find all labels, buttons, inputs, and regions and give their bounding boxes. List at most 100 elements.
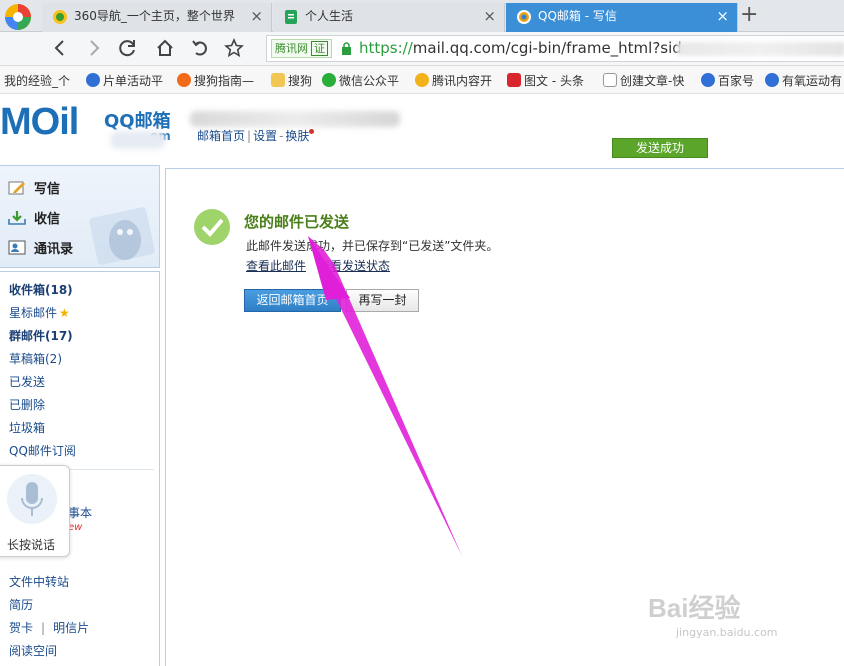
bookmark-label: 片单活动平: [103, 74, 164, 88]
bookmark-label: 创建文章-快: [620, 74, 685, 88]
receive-button[interactable]: 收信: [8, 208, 60, 227]
redacted-url-region: [677, 42, 844, 56]
star-icon: ★: [59, 306, 70, 320]
tab-label: 360导航_一个主页，整个世界: [74, 9, 235, 23]
notification-dot: [309, 129, 315, 134]
bookmark-item[interactable]: 微信公众平: [322, 72, 399, 89]
folder-starred[interactable]: 星标邮件 ★: [9, 304, 70, 321]
url-path: mail.qq.com/cgi-bin/frame_html?sid: [412, 39, 682, 57]
bookmark-item[interactable]: 片单活动平: [86, 72, 163, 89]
link-separator: |: [41, 621, 46, 635]
notepad-link-partial[interactable]: 事本: [68, 504, 92, 521]
tab-qq-mail[interactable]: QQ邮箱 - 写信 ×: [506, 3, 738, 32]
folder-deleted[interactable]: 已删除: [9, 396, 45, 413]
bookmark-label: 搜狗指南—: [194, 74, 255, 88]
browser-logo-icon[interactable]: [0, 0, 42, 32]
bookmark-label: 微信公众平: [339, 74, 400, 88]
tab-label: QQ邮箱 - 写信: [538, 9, 617, 23]
view-status-link[interactable]: 查看发送状态: [318, 257, 390, 274]
site-name: 腾讯网: [275, 42, 308, 55]
reading-space-link[interactable]: 阅读空间: [9, 642, 57, 659]
bookmark-item[interactable]: 有氧运动有: [765, 72, 842, 89]
mail-header: MOil QQ邮箱 om 邮箱首页|设置-换肤 发送成功: [0, 95, 844, 165]
folder-group-mail[interactable]: 群邮件(17): [9, 327, 73, 344]
postcard-link[interactable]: 明信片: [53, 621, 89, 635]
qq-mail-icon: [517, 10, 531, 24]
bookmark-item[interactable]: 百家号: [701, 72, 754, 89]
url-scheme: https://: [359, 39, 413, 57]
bookmark-item[interactable]: 搜狗指南—: [177, 72, 254, 89]
url-field[interactable]: 腾讯网证 https://mail.qq.com/cgi-bin/frame_h…: [266, 35, 844, 62]
tab-personal-life[interactable]: 个人生活 ×: [273, 3, 505, 32]
send-status-badge: 发送成功: [612, 138, 708, 158]
close-icon[interactable]: ×: [483, 3, 496, 30]
reload-icon[interactable]: [118, 38, 138, 58]
folder-icon: [271, 73, 285, 87]
site-identity-badge[interactable]: 腾讯网证: [271, 39, 332, 58]
folder-spam[interactable]: 垃圾箱: [9, 419, 45, 436]
file-transfer-link[interactable]: 文件中转站: [9, 573, 69, 590]
mail-home-link[interactable]: 邮箱首页: [197, 129, 245, 143]
skin-link[interactable]: 换肤: [285, 129, 309, 143]
bookmark-item[interactable]: 我的经验_个: [4, 72, 70, 89]
microphone-icon: [21, 482, 43, 516]
wechat-icon: [322, 73, 336, 87]
bookmark-item[interactable]: 创建文章-快: [603, 72, 684, 89]
paw-icon: [765, 73, 779, 87]
back-icon[interactable]: [50, 38, 70, 58]
redacted-account: [190, 111, 400, 127]
sheet-icon: [285, 10, 297, 24]
resume-link[interactable]: 简历: [9, 596, 33, 613]
bell-icon: [415, 73, 429, 87]
mail-logo[interactable]: MOil: [0, 101, 79, 144]
compose-icon: [8, 181, 25, 195]
compose-button[interactable]: 写信: [8, 178, 60, 197]
bookmark-item[interactable]: 搜狗: [271, 72, 312, 89]
bookmarks-bar: 我的经验_个 片单活动平 搜狗指南— 搜狗 微信公众平 腾讯内容开 图文 - 头…: [0, 66, 844, 94]
home-icon[interactable]: [155, 38, 175, 58]
folder-subscriptions[interactable]: QQ邮件订阅: [9, 442, 76, 459]
bookmark-label: 百家号: [718, 74, 755, 88]
tab-label: 个人生活: [305, 9, 354, 23]
new-tab-button[interactable]: +: [740, 2, 758, 27]
bookmark-label: 腾讯内容开: [432, 74, 493, 88]
tab-360-nav[interactable]: 360导航_一个主页，整个世界 ×: [42, 3, 272, 32]
success-description: 此邮件发送成功，并已保存到“已发送”文件夹。: [246, 239, 499, 253]
contacts-icon: [8, 240, 26, 255]
folder-label: 星标邮件: [9, 306, 58, 320]
receive-label: 收信: [34, 212, 61, 227]
view-mail-link[interactable]: 查看此邮件: [246, 257, 306, 274]
contacts-button[interactable]: 通讯录: [8, 238, 73, 257]
bookmark-label: 有氧运动有: [782, 74, 843, 88]
settings-link[interactable]: 设置: [253, 129, 277, 143]
forward-icon[interactable]: [84, 38, 104, 58]
main-panel: 您的邮件已发送 此邮件发送成功，并已保存到“已发送”文件夹。 查看此邮件 查看发…: [165, 168, 844, 666]
folder-inbox[interactable]: 收件箱(18): [9, 281, 73, 298]
write-another-button[interactable]: 再写一封: [346, 289, 419, 312]
baidu-watermark: Bai经验: [648, 593, 741, 623]
compose-label: 写信: [34, 182, 61, 197]
voice-label: 长按说话: [7, 538, 56, 552]
close-icon[interactable]: ×: [250, 3, 263, 30]
cert-badge: 证: [311, 41, 328, 56]
back-to-home-button[interactable]: 返回邮箱首页: [244, 289, 341, 312]
folder-drafts[interactable]: 草稿箱(2): [9, 350, 62, 367]
undo-icon[interactable]: [190, 38, 210, 58]
bookmark-item[interactable]: 腾讯内容开: [415, 72, 492, 89]
inbox-download-icon: [8, 211, 26, 225]
success-check-icon: [194, 209, 230, 245]
folder-sent[interactable]: 已发送: [9, 373, 45, 390]
360-logo-icon: [53, 10, 67, 24]
redacted-region: [110, 131, 166, 149]
bookmark-label: 图文 - 头条: [524, 74, 584, 88]
sidebar: 写信 收信 通讯录 收件箱(18) 星标邮件 ★ 群邮件(17) 草稿箱(2) 已…: [0, 165, 160, 666]
close-icon[interactable]: ×: [716, 3, 729, 30]
bookmark-item[interactable]: 图文 - 头条: [507, 72, 584, 89]
star-bookmark-icon[interactable]: [224, 38, 244, 58]
greeting-card-link[interactable]: 贺卡: [9, 621, 33, 635]
voice-input-widget[interactable]: 长按说话: [0, 465, 70, 557]
address-bar-row: 腾讯网证 https://mail.qq.com/cgi-bin/frame_h…: [0, 32, 844, 66]
bookmark-label: 搜狗: [288, 74, 313, 88]
tab-bar: 360导航_一个主页，整个世界 × 个人生活 × QQ邮箱 - 写信 × +: [0, 0, 844, 32]
sidebar-actions: 写信 收信 通讯录: [0, 165, 160, 268]
